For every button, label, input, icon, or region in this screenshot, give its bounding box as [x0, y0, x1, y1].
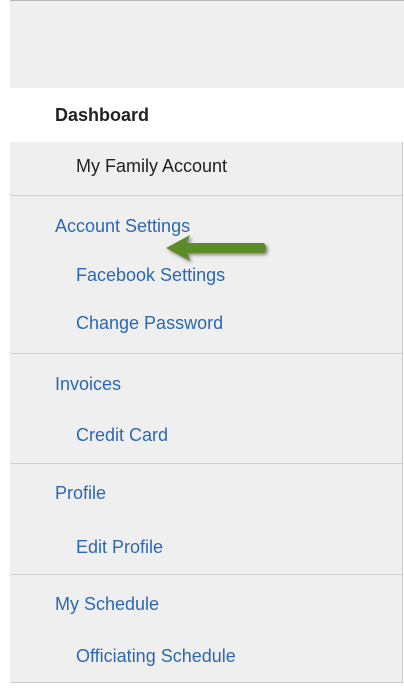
sidebar-item-dashboard[interactable]: Dashboard: [10, 88, 404, 142]
sidebar-item-edit-profile[interactable]: Edit Profile: [76, 537, 163, 558]
sidebar-item-facebook-settings[interactable]: Facebook Settings: [76, 265, 225, 286]
sidebar-heading-profile[interactable]: Profile: [55, 483, 106, 504]
sidebar-panel: Dashboard My Family Account Account Sett…: [0, 0, 404, 688]
divider: [10, 353, 402, 354]
sidebar-item-officiating-schedule[interactable]: Officiating Schedule: [76, 646, 236, 667]
divider: [10, 463, 402, 464]
sidebar-item-change-password[interactable]: Change Password: [76, 313, 223, 334]
divider: [10, 195, 402, 196]
sidebar-item-my-family-account[interactable]: My Family Account: [76, 156, 227, 177]
arrow-left-icon: [166, 235, 266, 261]
sidebar-menu: My Family Account Account Settings Faceb…: [10, 142, 403, 683]
sidebar-item-credit-card[interactable]: Credit Card: [76, 425, 168, 446]
sidebar-heading-invoices[interactable]: Invoices: [55, 374, 121, 395]
sidebar-heading-my-schedule[interactable]: My Schedule: [55, 594, 159, 615]
divider: [10, 574, 402, 575]
dashboard-label: Dashboard: [55, 105, 150, 125]
header-band: [10, 1, 404, 88]
